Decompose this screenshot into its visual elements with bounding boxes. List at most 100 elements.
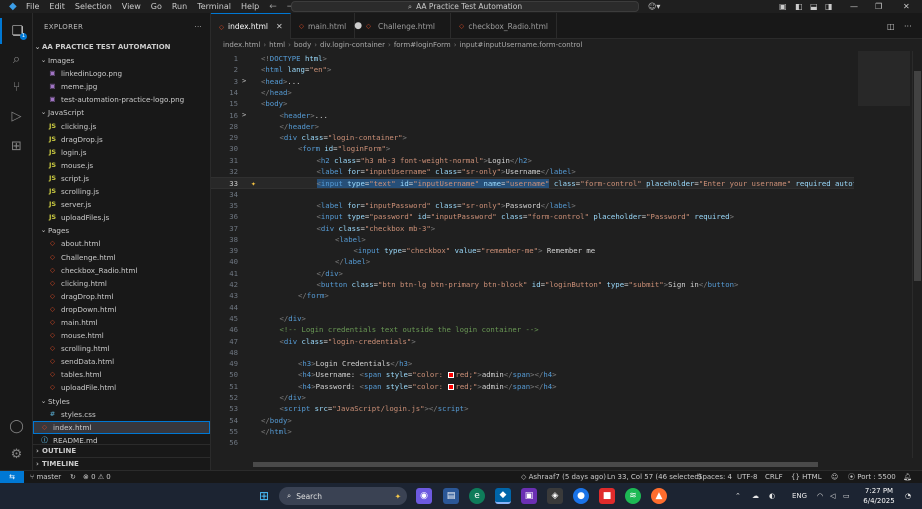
indentation-status[interactable]: Spaces: 4 xyxy=(698,471,732,483)
tab-close-icon[interactable]: ✕ xyxy=(276,22,283,31)
file-item[interactable]: JS mouse.js xyxy=(33,159,210,172)
code-line[interactable]: 43 </form> xyxy=(211,290,854,301)
close-window-icon[interactable]: ✕ xyxy=(903,0,910,13)
git-blame-status[interactable]: ◇ Ashraaf7 (5 days ago) xyxy=(521,471,606,483)
volume-icon[interactable]: ◁ xyxy=(830,483,835,509)
source-control-icon[interactable]: ⑂ xyxy=(0,74,33,100)
file-item[interactable]: ◇ index.html xyxy=(33,420,210,434)
code-line[interactable]: 55 </html> xyxy=(211,426,854,437)
system-clock[interactable]: 7:27 PM 6/4/2025 xyxy=(857,486,901,506)
menu-file[interactable]: File xyxy=(26,0,39,13)
breadcrumb-item[interactable]: form#loginForm xyxy=(394,41,451,49)
folder-item[interactable]: ⌄ Pages xyxy=(33,224,210,237)
back-arrow-icon[interactable]: ← xyxy=(269,2,277,12)
code-line[interactable]: 38 <label> xyxy=(211,234,854,245)
folder-item[interactable]: ⌄ Images xyxy=(33,54,210,67)
tray-app-icon[interactable]: ◐ xyxy=(769,483,775,509)
code-line[interactable]: 45 </div> xyxy=(211,313,854,324)
taskbar-search[interactable]: ⌕ Search ✦ xyxy=(279,487,407,505)
timeline-section[interactable]: › TIMELINE xyxy=(33,457,210,470)
editor-more-icon[interactable]: ··· xyxy=(904,20,912,32)
file-item[interactable]: JS clicking.js xyxy=(33,120,210,133)
file-item[interactable]: ◇ checkbox_Radio.html xyxy=(33,264,210,277)
file-item[interactable]: ▣ linkedinLogo.png xyxy=(33,67,210,80)
toggle-secondary-sidebar-icon[interactable]: ◨ xyxy=(825,0,833,13)
file-item[interactable]: ▣ test-automation-practice-logo.png xyxy=(33,93,210,106)
code-line[interactable]: 48 xyxy=(211,347,854,358)
tab-checkbox-radio-html[interactable]: ◇ checkbox_Radio.html xyxy=(451,13,557,39)
file-item[interactable]: ▣ meme.jpg xyxy=(33,80,210,93)
code-line[interactable]: 50 <h4>Username: <span style="color: red;… xyxy=(211,369,854,380)
recorder-app-icon[interactable]: ■ xyxy=(599,488,615,504)
tab-index-html[interactable]: ◇ index.html ✕ xyxy=(211,13,291,39)
file-item[interactable]: ◇ tables.html xyxy=(33,368,210,381)
file-explorer-app-icon[interactable]: ▤ xyxy=(443,488,459,504)
workspace-root[interactable]: ⌄ AA PRACTICE TEST AUTOMATION xyxy=(33,41,210,54)
code-line[interactable]: 51 <h4>Password: <span style="color: red;… xyxy=(211,381,854,392)
code-line[interactable]: 54 </body> xyxy=(211,415,854,426)
encoding-status[interactable]: UTF-8 xyxy=(737,471,757,483)
cursor-position[interactable]: Ln 33, Col 57 (46 selected) xyxy=(607,471,702,483)
file-item[interactable]: ◇ about.html xyxy=(33,237,210,250)
brave-app-icon[interactable]: ▲ xyxy=(651,488,667,504)
eol-status[interactable]: CRLF xyxy=(765,471,783,483)
breadcrumb-item[interactable]: html xyxy=(269,41,285,49)
run-debug-icon[interactable]: ▷ xyxy=(0,103,33,129)
menu-view[interactable]: View xyxy=(122,0,141,13)
live-server-status[interactable]: ⦿ Port : 5500 xyxy=(848,471,896,483)
file-item[interactable]: ◇ scrolling.html xyxy=(33,342,210,355)
vertical-scroll-thumb[interactable] xyxy=(914,71,921,281)
file-item[interactable]: ◇ sendData.html xyxy=(33,355,210,368)
code-line[interactable]: 52 </div> xyxy=(211,392,854,403)
windows-start-icon[interactable]: ⊞ xyxy=(256,488,272,504)
wifi-icon[interactable]: ◠ xyxy=(817,483,823,509)
code-line[interactable]: 53 <script src="JavaScript/login.js"></sc… xyxy=(211,403,854,414)
code-line[interactable]: 34 xyxy=(211,189,854,200)
code-line[interactable]: 36 <input type="password" id="inputPasswo… xyxy=(211,211,854,222)
terminal-app-icon[interactable]: ▣ xyxy=(521,488,537,504)
problems-status[interactable]: ⊗ 0 ⚠ 0 xyxy=(83,471,111,483)
code-line[interactable]: 35 <label for="inputPassword" class="sr-o… xyxy=(211,200,854,211)
tray-overflow-icon[interactable]: ⌃ xyxy=(735,483,741,509)
code-line[interactable]: 46 <!-- Login credentials text outside th… xyxy=(211,324,854,335)
horizontal-scrollbar[interactable] xyxy=(253,461,853,468)
code-line[interactable]: 1 <!DOCTYPE html> xyxy=(211,53,854,64)
code-line[interactable]: 30 <form id="loginForm"> xyxy=(211,143,854,154)
tab-main-html[interactable]: ◇ main.html ● xyxy=(291,13,362,39)
breadcrumb-item[interactable]: index.html xyxy=(223,41,260,49)
folder-item[interactable]: ⌄ JavaScript xyxy=(33,106,210,119)
breadcrumb-item[interactable]: div.login-container xyxy=(320,41,385,49)
outline-section[interactable]: › OUTLINE xyxy=(33,444,210,457)
notifications-bell-icon[interactable]: 🔔︎ xyxy=(903,471,912,483)
code-line[interactable]: 29 <div class="login-container"> xyxy=(211,132,854,143)
copilot-icon[interactable]: ☺▾ xyxy=(648,0,660,13)
code-line[interactable]: 41 </div> xyxy=(211,268,854,279)
code-line[interactable]: 28 </header> xyxy=(211,121,854,132)
git-client-icon[interactable]: ◈ xyxy=(547,488,563,504)
code-line[interactable]: 47 <div class="login-credentials"> xyxy=(211,336,854,347)
onedrive-icon[interactable]: ☁ xyxy=(752,483,759,509)
code-line[interactable]: 42 <button class="btn btn-lg btn-primary … xyxy=(211,279,854,290)
command-center[interactable]: ⌕ AA Practice Test Automation xyxy=(291,1,639,12)
copilot-status-icon[interactable]: ☺ xyxy=(831,471,838,483)
battery-icon[interactable]: ▭ xyxy=(843,483,850,509)
code-line[interactable]: 39 <input type="checkbox" value="remember… xyxy=(211,245,854,256)
menu-run[interactable]: Run xyxy=(172,0,187,13)
code-line[interactable]: 37 <div class="checkbox mb-3"> xyxy=(211,223,854,234)
account-icon[interactable]: ◯ xyxy=(0,413,33,439)
code-line[interactable]: 40 </label> xyxy=(211,256,854,267)
file-item[interactable]: ◇ main.html xyxy=(33,316,210,329)
file-item[interactable]: JS server.js xyxy=(33,198,210,211)
file-item[interactable]: ◇ dragDrop.html xyxy=(33,290,210,303)
code-editor[interactable]: 1 <!DOCTYPE html> 2 <html lang="en"> 3 > <head… xyxy=(211,51,854,458)
breadcrumb-item[interactable]: body xyxy=(294,41,311,49)
tab-challenge-html[interactable]: ◇ Challenge.html xyxy=(355,13,451,39)
restore-icon[interactable]: ❐ xyxy=(875,0,882,13)
code-line[interactable]: 31 <h2 class="h3 mb-3 font-weight-normal"… xyxy=(211,155,854,166)
fold-chevron-icon[interactable]: > xyxy=(242,76,246,87)
file-item[interactable]: ◇ clicking.html xyxy=(33,277,210,290)
vscode-taskbar-icon[interactable]: ◆ xyxy=(495,488,511,504)
extensions-icon[interactable]: ⊞ xyxy=(0,133,33,159)
sync-icon[interactable]: ↻ xyxy=(70,471,76,483)
spotify-app-icon[interactable]: ≋ xyxy=(625,488,641,504)
